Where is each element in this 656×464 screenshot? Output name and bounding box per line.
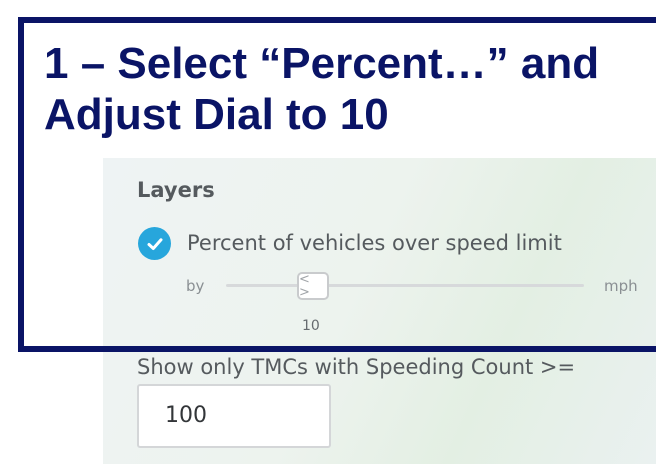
- speeding-count-input[interactable]: 100: [137, 384, 331, 448]
- instruction-title-line1: 1 – Select “Percent…” and: [44, 39, 600, 88]
- instruction-title: 1 – Select “Percent…” and Adjust Dial to…: [44, 38, 599, 140]
- instruction-title-line2: Adjust Dial to 10: [44, 90, 389, 139]
- speeding-count-label: Show only TMCs with Speeding Count >=: [137, 355, 576, 379]
